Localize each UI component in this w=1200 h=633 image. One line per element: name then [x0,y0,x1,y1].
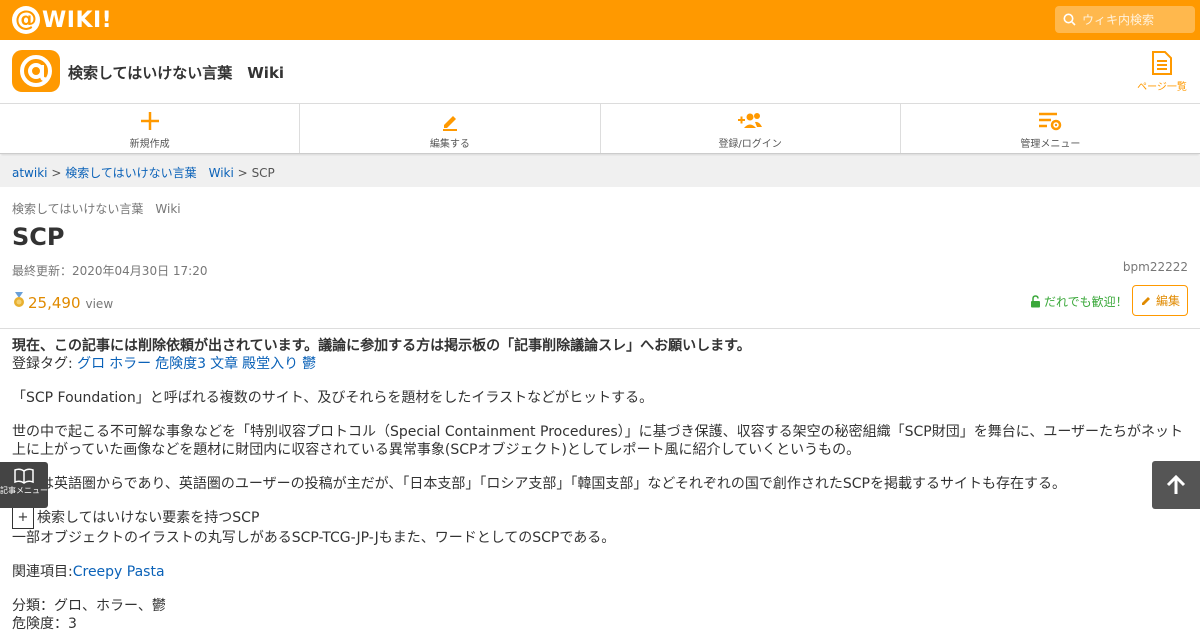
tag-link[interactable]: 危険度3 [155,356,206,372]
top-bar: @ WIKI! [0,0,1200,40]
paragraph: 「SCP Foundation」と呼ばれる複数のサイト、及びそれらを題材をしたイ… [12,390,654,406]
site-title[interactable]: 検索してはいけない言葉 Wiki [68,62,284,83]
article-menu-label: 記事メニュー [0,486,48,495]
category-line: 分類：グロ、ホラー、鬱 [12,598,166,614]
arrow-up-icon [1166,474,1186,494]
related-items: 関連項目:Creepy Pasta [12,563,1188,581]
view-counter: 25,490 view [12,292,113,312]
welcome-text: だれでも歓迎！ [1044,295,1128,309]
nav-admin-menu[interactable]: 管理メニュー [901,104,1200,153]
medal-icon [14,292,24,307]
add-user-icon [738,113,763,128]
logo-text: WIKI! [42,7,113,33]
tag-list: 登録タグ: グロ ホラー 危険度3 文章 殿堂入り鬱 [12,355,1188,373]
unlock-icon [1031,295,1040,308]
tag-link[interactable]: 文章 [210,356,238,372]
related-link[interactable]: Creepy Pasta [73,564,165,580]
search-icon [1063,13,1076,26]
nav-edit[interactable]: 編集する [300,104,601,153]
view-count: 25,490 [28,294,81,312]
breadcrumb: atwiki > 検索してはいけない言葉 Wiki > SCP [0,156,1200,187]
nav-login[interactable]: 登録/ログイン [601,104,901,153]
nav-new-page[interactable]: 新規作成 [0,104,301,153]
welcome-badge: だれでも歓迎！ [1030,293,1128,310]
tag-link[interactable]: グロ [77,356,105,372]
breadcrumb-current: SCP [251,166,275,180]
breadcrumb-wiki[interactable]: 検索してはいけない言葉 Wiki [65,166,234,180]
pencil-icon [1141,296,1150,305]
page-title: SCP [12,223,65,251]
breadcrumb-separator: > [51,166,62,180]
deletion-notice: 現在、この記事には削除依頼が出されています。議論に参加する方は掲示板の「記事削除… [12,338,751,354]
divider [0,328,1200,329]
document-list-icon [1152,51,1172,75]
at-icon: @ [12,6,40,34]
paragraph: 発祥は英語圏からであり、英語圏のユーザーの投稿が主だが、「日本支部」「ロシア支部… [12,476,1066,492]
atwiki-logo[interactable]: @ WIKI! [12,6,112,34]
article-body: 現在、この記事には削除依頼が出されています。議論に参加する方は掲示板の「記事削除… [12,337,1188,633]
main-nav: 新規作成 編集する 登録/ログイン 管理メニュー [0,104,1200,154]
search-box[interactable] [1055,6,1195,33]
danger-level: 危険度：3 [12,616,77,632]
site-header: 検索してはいけない言葉 Wiki ページ一覧 [0,40,1200,104]
plus-icon [140,112,159,130]
at-logo-icon [20,55,52,87]
edit-button-label: 編集 [1155,294,1180,308]
breadcrumb-separator: > [237,166,248,180]
site-logo[interactable] [12,50,60,92]
collapsible-section: + 検索してはいけない要素を持つSCP [12,507,1188,529]
tag-link[interactable]: ホラー [109,356,151,372]
tag-link[interactable]: 殿堂入り [242,356,298,372]
nav-label: 管理メニュー [1020,139,1081,150]
article-menu-button[interactable]: 記事メニュー [0,462,48,508]
author-name[interactable]: bpm22222 [1123,260,1188,274]
back-to-top-button[interactable] [1152,461,1200,509]
view-label: view [85,297,114,311]
nav-label: 登録/ログイン [718,139,782,150]
page-list-label: ページ一覧 [1137,82,1187,93]
nav-label: 編集する [429,139,470,150]
last-updated: 最終更新：2020年04月30日 17:20 [12,264,208,278]
paragraph: 世の中で起こる不可解な事象などを「特別収容プロトコル（Special Conta… [12,424,1184,458]
page-list-button[interactable]: ページ一覧 [1130,50,1194,93]
pencil-icon [442,116,457,131]
search-input[interactable] [1082,12,1192,27]
breadcrumb-home[interactable]: atwiki [12,166,48,180]
related-label: 関連項目: [12,564,73,580]
nav-label: 新規作成 [129,139,170,150]
settings-menu-icon [1039,112,1062,131]
paragraph: 一部オブジェクトのイラストの丸写しがあるSCP-TCG-JP-Jもまた、ワードと… [12,530,616,546]
expand-button[interactable]: + [12,507,34,529]
wiki-name: 検索してはいけない言葉 Wiki [12,202,181,216]
edit-button[interactable]: 編集 [1132,285,1188,316]
tag-link[interactable]: 鬱 [302,356,316,372]
tags-label: 登録タグ: [12,356,73,372]
book-icon [14,468,34,484]
collapsible-label: 検索してはいけない要素を持つSCP [37,510,260,526]
